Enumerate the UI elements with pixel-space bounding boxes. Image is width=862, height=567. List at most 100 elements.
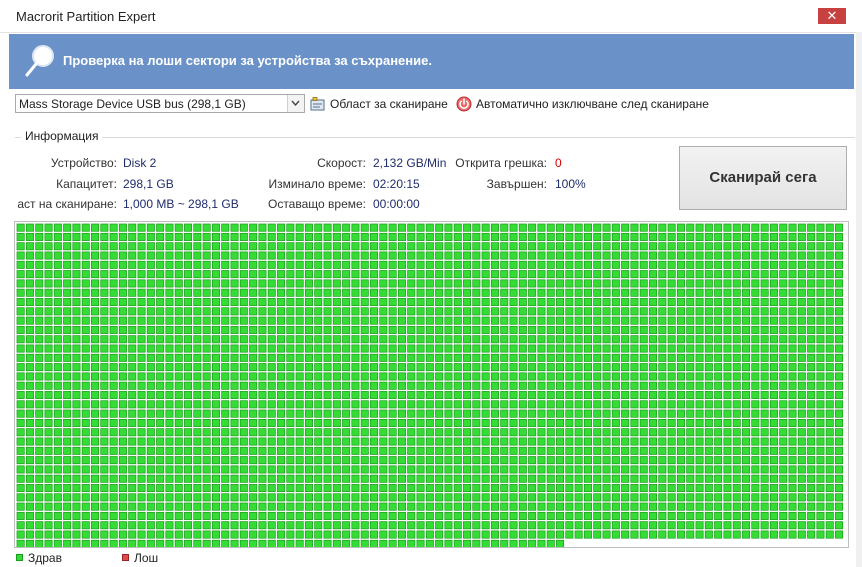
sector-block xyxy=(109,446,118,455)
sector-block xyxy=(146,372,155,381)
sector-block xyxy=(63,521,72,530)
sector-block xyxy=(211,493,220,502)
sector-block xyxy=(760,372,769,381)
sector-block xyxy=(639,428,648,437)
sector-block xyxy=(537,437,546,446)
sector-block xyxy=(686,316,695,325)
sector-block xyxy=(435,465,444,474)
sector-block xyxy=(742,530,751,539)
sector-block xyxy=(751,344,760,353)
sector-block xyxy=(304,502,313,511)
sector-block xyxy=(249,511,258,520)
sector-block xyxy=(109,474,118,483)
sector-block xyxy=(714,474,723,483)
sector-block xyxy=(370,381,379,390)
sector-block xyxy=(128,260,137,269)
sector-block xyxy=(695,465,704,474)
sector-block xyxy=(509,353,518,362)
sector-block xyxy=(751,456,760,465)
sector-block xyxy=(769,446,778,455)
close-button[interactable]: ✕ xyxy=(818,8,846,24)
sector-block xyxy=(630,251,639,260)
sector-block xyxy=(463,372,472,381)
sector-block xyxy=(816,242,825,251)
sector-block xyxy=(128,437,137,446)
sector-block xyxy=(314,530,323,539)
sector-map xyxy=(14,221,849,548)
sector-block xyxy=(518,437,527,446)
sector-block xyxy=(667,511,676,520)
sector-block xyxy=(435,428,444,437)
sector-block xyxy=(72,232,81,241)
sector-block xyxy=(490,353,499,362)
sector-block xyxy=(742,502,751,511)
sector-block xyxy=(816,232,825,241)
sector-block xyxy=(332,335,341,344)
sector-block xyxy=(202,307,211,316)
sector-block xyxy=(639,484,648,493)
sector-block xyxy=(816,391,825,400)
sector-block xyxy=(221,400,230,409)
sector-block xyxy=(602,484,611,493)
sector-block xyxy=(583,521,592,530)
sector-block xyxy=(211,409,220,418)
sector-block xyxy=(184,428,193,437)
dropdown-arrow[interactable] xyxy=(287,95,304,112)
sector-block xyxy=(230,521,239,530)
sector-block xyxy=(81,363,90,372)
sector-block xyxy=(732,446,741,455)
sector-block xyxy=(81,251,90,260)
sector-block xyxy=(751,353,760,362)
sector-block xyxy=(732,465,741,474)
sector-block xyxy=(500,493,509,502)
sector-block xyxy=(202,344,211,353)
sector-block xyxy=(100,484,109,493)
device-dropdown[interactable]: Mass Storage Device USB bus (298,1 GB) xyxy=(15,94,305,113)
sector-block xyxy=(416,521,425,530)
sector-block xyxy=(277,344,286,353)
sector-block xyxy=(286,474,295,483)
sector-block xyxy=(342,260,351,269)
sector-block xyxy=(425,465,434,474)
sector-block xyxy=(611,344,620,353)
sector-block xyxy=(649,372,658,381)
sector-block xyxy=(100,270,109,279)
sector-block xyxy=(416,307,425,316)
sector-block xyxy=(425,260,434,269)
sector-block xyxy=(444,530,453,539)
sector-block xyxy=(695,391,704,400)
sector-block xyxy=(258,372,267,381)
sector-block xyxy=(825,400,834,409)
sector-block xyxy=(518,325,527,334)
sector-block xyxy=(44,316,53,325)
sector-block xyxy=(425,381,434,390)
sector-block xyxy=(714,232,723,241)
sector-block xyxy=(211,242,220,251)
sector-block xyxy=(630,353,639,362)
sector-block xyxy=(742,232,751,241)
sector-block xyxy=(537,530,546,539)
sector-block xyxy=(360,484,369,493)
sector-block xyxy=(146,298,155,307)
sector-block xyxy=(360,363,369,372)
sector-block xyxy=(118,511,127,520)
sector-block xyxy=(630,335,639,344)
sector-block xyxy=(490,446,499,455)
sector-block xyxy=(100,418,109,427)
sector-block xyxy=(425,223,434,232)
sector-block xyxy=(332,307,341,316)
sector-block xyxy=(537,325,546,334)
sector-block xyxy=(481,511,490,520)
sector-block xyxy=(695,251,704,260)
sector-block xyxy=(695,260,704,269)
sector-block xyxy=(184,446,193,455)
sector-block xyxy=(100,260,109,269)
sector-block xyxy=(556,270,565,279)
sector-block xyxy=(137,484,146,493)
scan-now-button[interactable]: Сканирай сега xyxy=(679,146,847,210)
sector-block xyxy=(472,316,481,325)
sector-block xyxy=(72,521,81,530)
sector-block xyxy=(277,298,286,307)
sector-block xyxy=(323,391,332,400)
sector-block xyxy=(686,530,695,539)
